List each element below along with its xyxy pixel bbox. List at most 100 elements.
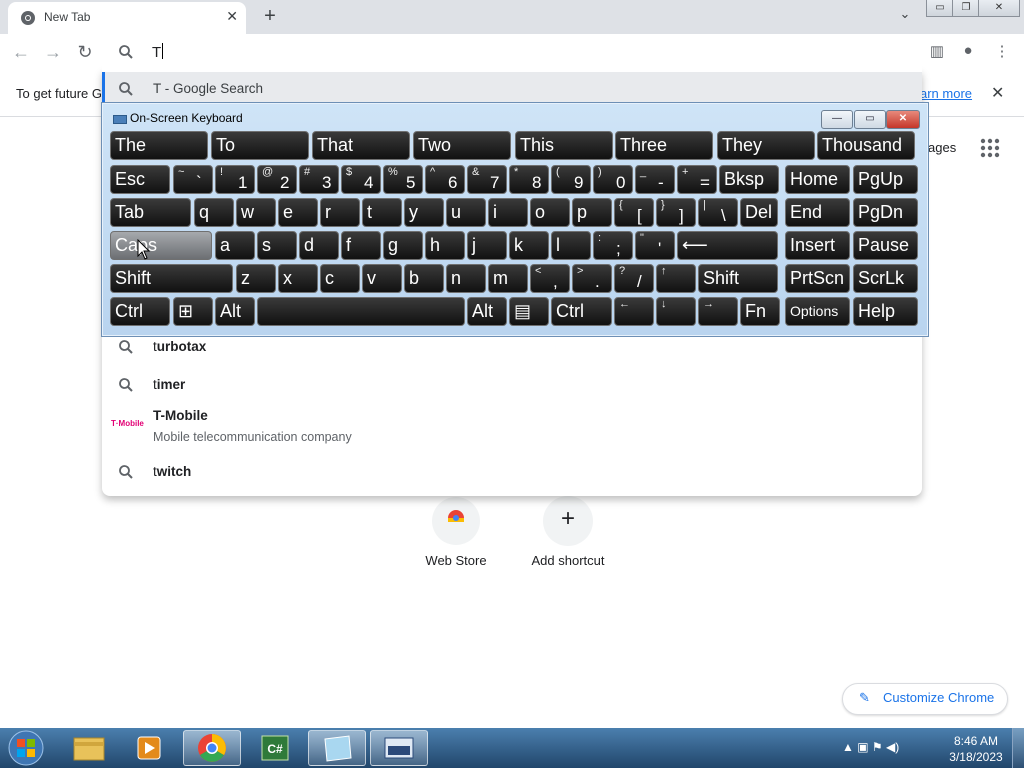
osk-key[interactable]: " ' (635, 231, 675, 260)
osk-key[interactable]: ▤ (509, 297, 549, 326)
osk-key[interactable]: → (698, 297, 738, 326)
osk-key-g[interactable]: g (383, 231, 423, 260)
osk-key-y[interactable]: y (404, 198, 444, 227)
osk-key[interactable]: ⟵ (677, 231, 778, 260)
taskbar-osk[interactable] (370, 730, 428, 766)
osk-key[interactable]: ↑ (656, 264, 696, 293)
suggestion-timer[interactable]: timer (102, 372, 922, 400)
osk-key-help[interactable]: Help (853, 297, 918, 326)
osk-key-bksp[interactable]: Bksp (719, 165, 779, 194)
close-button[interactable]: ✕ (978, 0, 1020, 17)
osk-key[interactable]: | \ (698, 198, 738, 227)
omnibox[interactable]: T (102, 34, 922, 70)
profile-icon[interactable]: ● (958, 42, 978, 62)
osk-key-v[interactable]: v (362, 264, 402, 293)
osk-key-5[interactable]: % 5 (383, 165, 423, 194)
osk-key-three[interactable]: Three (615, 131, 713, 160)
osk-key-home[interactable]: Home (785, 165, 850, 194)
osk-maximize-button[interactable]: ▭ (854, 110, 886, 129)
osk-key-f[interactable]: f (341, 231, 381, 260)
taskbar-csharp[interactable]: C# (246, 730, 304, 766)
learn-more-link[interactable]: arn more (920, 86, 972, 101)
osk-key[interactable]: :; (593, 231, 633, 260)
taskbar-clock[interactable]: 8:46 AM 3/18/2023 (936, 733, 1016, 765)
osk-key[interactable]: ? / (614, 264, 654, 293)
suggestion-selected[interactable]: T - Google Search (102, 72, 922, 104)
google-apps-icon[interactable] (980, 138, 1000, 158)
shortcut-web-store[interactable] (431, 496, 481, 546)
osk-key-j[interactable]: j (467, 231, 507, 260)
osk-key-s[interactable]: s (257, 231, 297, 260)
osk-key-0[interactable]: ) 0 (593, 165, 633, 194)
osk-key-t[interactable]: t (362, 198, 402, 227)
osk-key-two[interactable]: Two (413, 131, 511, 160)
tab-search-icon[interactable]: ⌄ (894, 6, 916, 28)
osk-key-x[interactable]: x (278, 264, 318, 293)
osk-key-thousand[interactable]: Thousand (817, 131, 915, 160)
suggestion-twitch[interactable]: twitch (102, 460, 922, 488)
osk-key-8[interactable]: * 8 (509, 165, 549, 194)
osk-key-tab[interactable]: Tab (110, 198, 191, 227)
osk-key-o[interactable]: o (530, 198, 570, 227)
osk-key[interactable]: ↓ (656, 297, 696, 326)
info-bar-close-icon[interactable]: ✕ (991, 83, 1004, 103)
osk-key-b[interactable]: b (404, 264, 444, 293)
osk-key[interactable]: + = (677, 165, 717, 194)
osk-key-alt[interactable]: Alt (467, 297, 507, 326)
osk-key-c[interactable]: c (320, 264, 360, 293)
osk-key-i[interactable]: i (488, 198, 528, 227)
osk-close-button[interactable]: ✕ (886, 110, 920, 129)
back-icon[interactable]: ← (10, 41, 32, 63)
osk-key-w[interactable]: w (236, 198, 276, 227)
minimize-button[interactable]: ▭ (926, 0, 954, 17)
taskbar-explorer[interactable] (60, 730, 118, 766)
osk-key-z[interactable]: z (236, 264, 276, 293)
osk-key-they[interactable]: They (717, 131, 815, 160)
osk-key-4[interactable]: $4 (341, 165, 381, 194)
osk-key-fn[interactable]: Fn (740, 297, 780, 326)
osk-key-d[interactable]: d (299, 231, 339, 260)
taskbar-chrome[interactable] (183, 730, 241, 766)
osk-key[interactable]: ← (614, 297, 654, 326)
osk-key-h[interactable]: h (425, 231, 465, 260)
osk-key-n[interactable]: n (446, 264, 486, 293)
osk-key-end[interactable]: End (785, 198, 850, 227)
reload-icon[interactable]: ↻ (74, 41, 96, 63)
osk-key[interactable]: {[ (614, 198, 654, 227)
osk-key-shift[interactable]: Shift (698, 264, 778, 293)
system-tray-icons[interactable]: ▲ ▣ ⚑ ◀) (842, 740, 899, 754)
osk-key-pgup[interactable]: PgUp (853, 165, 918, 194)
osk-key-alt[interactable]: Alt (215, 297, 255, 326)
osk-key-the[interactable]: The (110, 131, 208, 160)
taskbar-media-player[interactable] (120, 730, 178, 766)
osk-key-pgdn[interactable]: PgDn (853, 198, 918, 227)
customize-chrome-button[interactable]: ✎ Customize Chrome (842, 683, 1008, 715)
omnibox-input[interactable]: T (152, 43, 164, 61)
tab-close-icon[interactable]: ✕ (226, 8, 238, 25)
shortcut-add[interactable]: + (543, 496, 593, 546)
osk-key-esc[interactable]: Esc (110, 165, 170, 194)
osk-key-ctrl[interactable]: Ctrl (551, 297, 612, 326)
taskbar-notepad[interactable] (308, 730, 366, 766)
osk-key-this[interactable]: This (515, 131, 613, 160)
osk-key-ctrl[interactable]: Ctrl (110, 297, 170, 326)
suggestion-turbotax[interactable]: turbotax (102, 334, 922, 362)
osk-key-pause[interactable]: Pause (853, 231, 918, 260)
osk-key-7[interactable]: & 7 (467, 165, 507, 194)
osk-key-6[interactable]: ^ 6 (425, 165, 465, 194)
osk-key-to[interactable]: To (211, 131, 309, 160)
tab-new-tab[interactable]: New Tab ✕ (8, 2, 246, 34)
osk-key-p[interactable]: p (572, 198, 612, 227)
side-panel-icon[interactable]: ▥ (927, 42, 947, 62)
forward-icon[interactable]: → (42, 41, 64, 63)
osk-key-insert[interactable]: Insert (785, 231, 850, 260)
osk-key-1[interactable]: ! 1 (215, 165, 255, 194)
osk-key-caps[interactable]: Caps (110, 231, 212, 260)
osk-key[interactable]: ⊞ (173, 297, 213, 326)
start-button[interactable] (6, 729, 46, 767)
osk-key-del[interactable]: Del (740, 198, 778, 227)
menu-icon[interactable]: ⋮ (992, 42, 1012, 62)
show-desktop-button[interactable] (1012, 728, 1024, 768)
osk-key-u[interactable]: u (446, 198, 486, 227)
osk-key-k[interactable]: k (509, 231, 549, 260)
